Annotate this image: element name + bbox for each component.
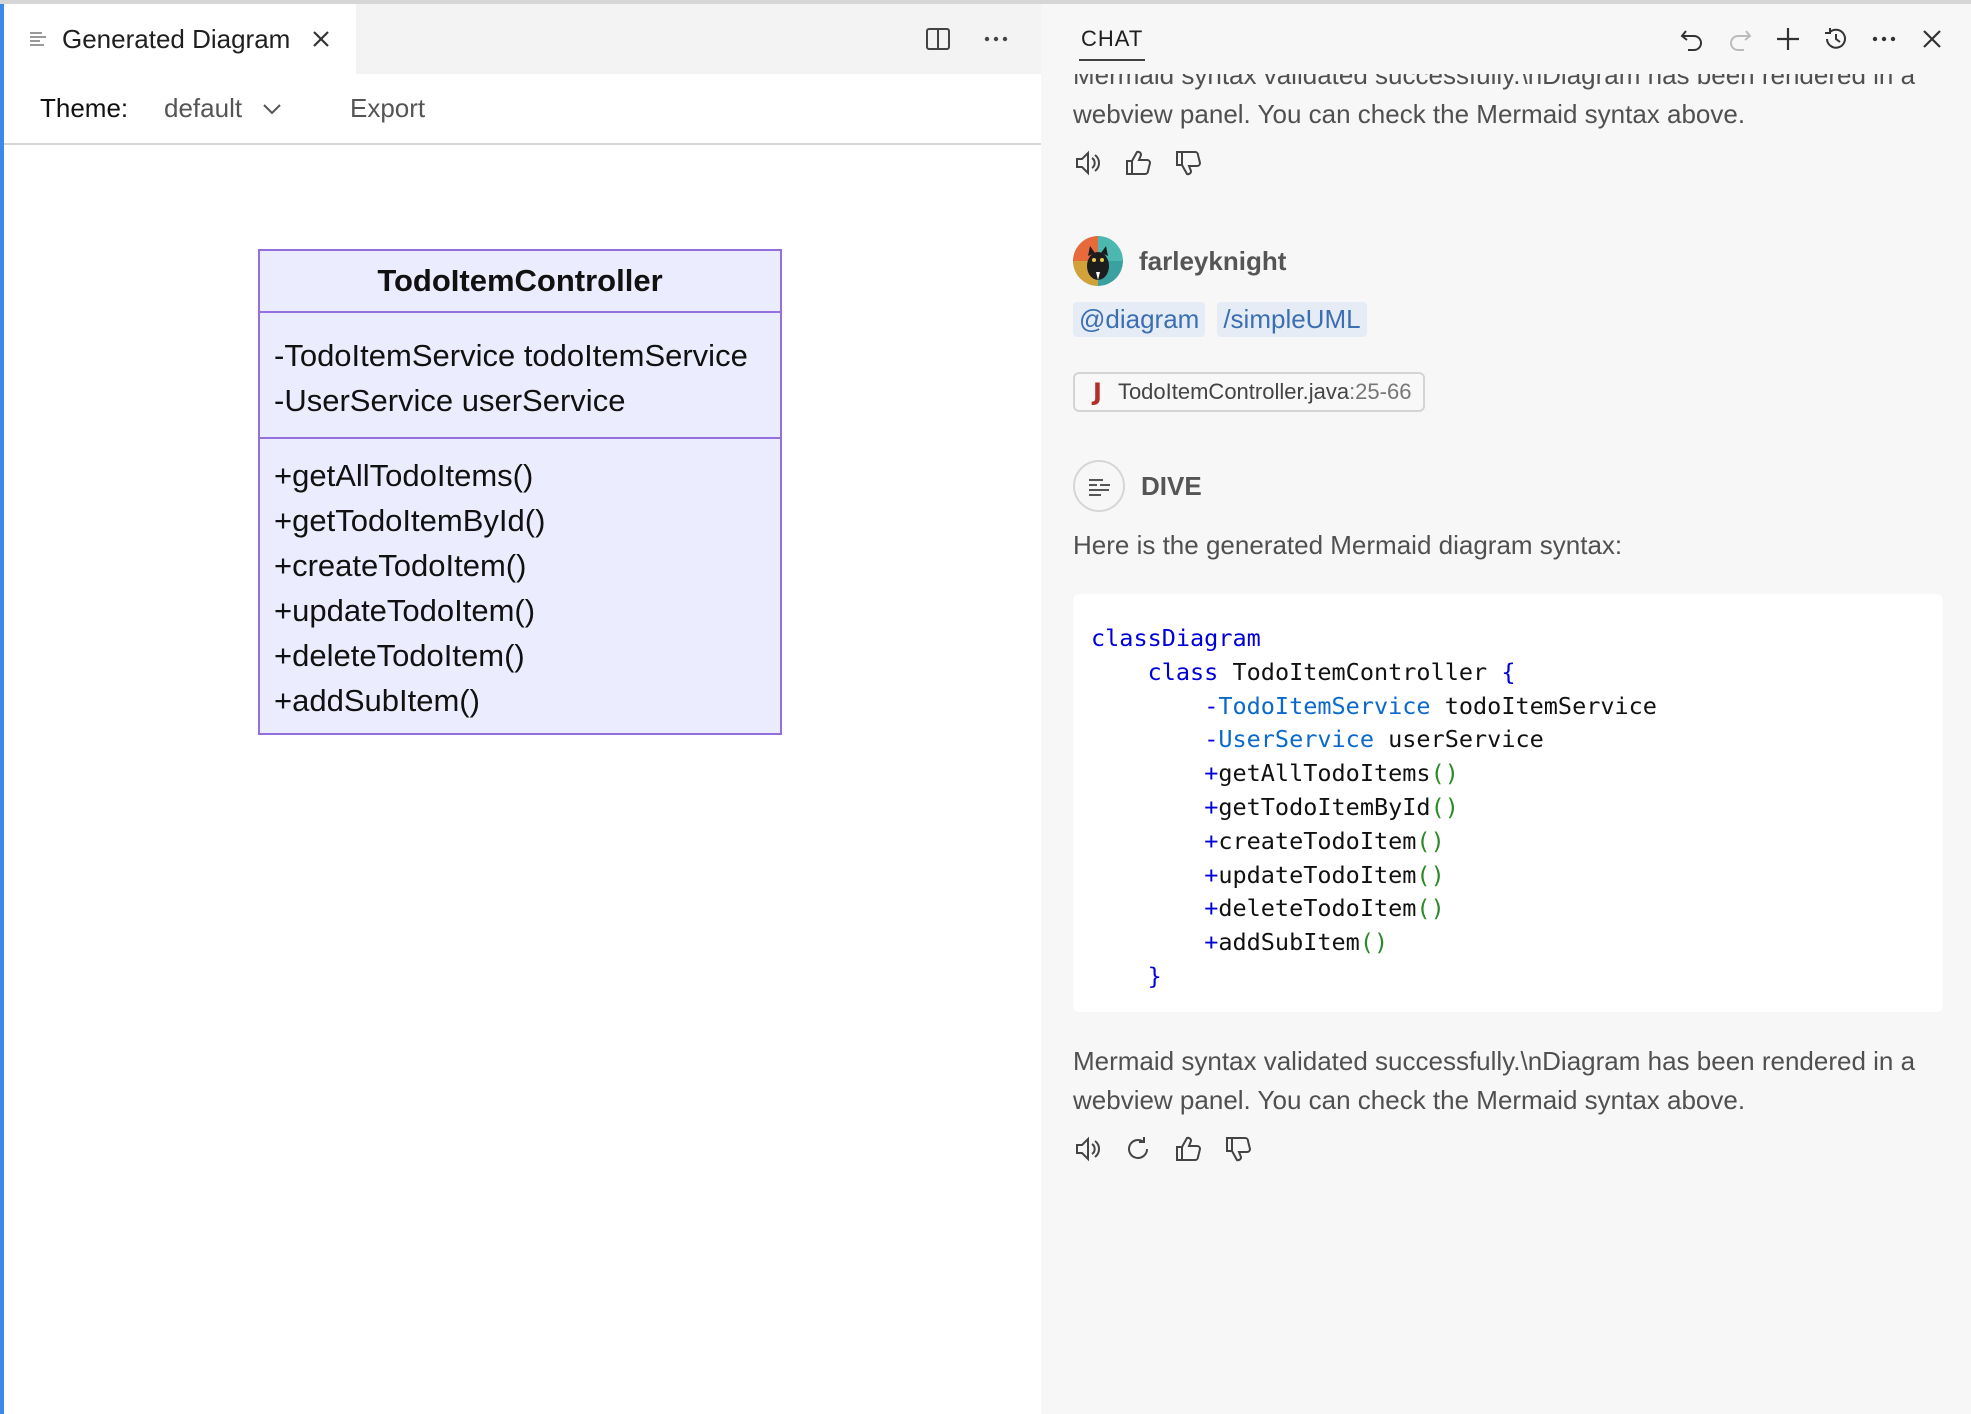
- assistant-final-message: Mermaid syntax validated successfully.\n…: [1073, 1046, 1916, 1115]
- editor-focus-accent: [0, 4, 4, 1414]
- user-name: farleyknight: [1139, 245, 1287, 276]
- speaker-icon[interactable]: [1073, 148, 1103, 178]
- tab-generated-diagram[interactable]: Generated Diagram: [4, 4, 356, 74]
- code-line: }: [1147, 961, 1162, 990]
- uml-method: +deleteTodoItem(): [274, 638, 525, 673]
- command-chip[interactable]: /simpleUML: [1217, 302, 1367, 337]
- uml-method: +updateTodoItem(): [274, 593, 536, 628]
- tab-chat[interactable]: CHAT: [1081, 26, 1143, 52]
- thumbs-down-icon[interactable]: [1173, 148, 1203, 178]
- split-editor-icon[interactable]: [923, 24, 953, 54]
- uml-field: -TodoItemService todoItemService: [274, 338, 748, 373]
- more-actions-icon[interactable]: [981, 24, 1011, 54]
- close-tab-icon[interactable]: [308, 26, 334, 52]
- uml-methods: +getAllTodoItems() +getTodoItemById() +c…: [260, 439, 780, 733]
- user-message-commands: @diagram /simpleUML: [1073, 302, 1367, 337]
- editor-tab-bar: Generated Diagram: [4, 4, 1041, 74]
- assistant-name: DIVE: [1141, 470, 1202, 501]
- file-reference-name: TodoItemController.java: [1117, 379, 1350, 404]
- close-panel-icon[interactable]: [1917, 24, 1947, 54]
- file-reference-range: :25-66: [1349, 379, 1412, 404]
- diagram-editor: Generated Diagram Theme: default Export …: [0, 4, 1041, 1414]
- editor-actions: [923, 24, 1011, 54]
- user-message-header: farleyknight: [1073, 236, 1286, 286]
- uml-method: +getAllTodoItems(): [274, 458, 534, 493]
- uml-method: +createTodoItem(): [274, 548, 527, 583]
- speaker-icon[interactable]: [1073, 1134, 1103, 1164]
- chat-panel: Mermaid syntax validated successfully.\n…: [1041, 4, 1971, 1414]
- code-line: -UserService userService: [1204, 725, 1544, 754]
- code-line: -TodoItemService todoItemService: [1204, 691, 1657, 720]
- thumbs-down-icon[interactable]: [1223, 1134, 1253, 1164]
- history-icon[interactable]: [1821, 24, 1851, 54]
- redo-icon[interactable]: [1725, 24, 1755, 54]
- message-feedback-row: [1073, 148, 1203, 178]
- uml-method: +getTodoItemById(): [274, 503, 546, 538]
- code-line: +getTodoItemById(): [1204, 792, 1459, 821]
- thumbs-up-icon[interactable]: [1173, 1134, 1203, 1164]
- uml-field: -UserService userService: [274, 383, 626, 418]
- user-avatar: [1073, 236, 1123, 286]
- theme-select[interactable]: default: [164, 93, 282, 124]
- assistant-avatar: [1073, 460, 1125, 512]
- agent-chip[interactable]: @diagram: [1073, 302, 1206, 337]
- uml-fields: -TodoItemService todoItemService -UserSe…: [260, 313, 780, 439]
- export-button[interactable]: Export: [350, 93, 425, 124]
- diagram-toolbar: Theme: default Export: [4, 74, 1041, 145]
- uml-class-name: TodoItemController: [260, 251, 780, 313]
- thumbs-up-icon[interactable]: [1123, 148, 1153, 178]
- chat-actions: [1677, 24, 1947, 54]
- code-line: +updateTodoItem(): [1204, 860, 1445, 889]
- code-line: classDiagram: [1091, 624, 1261, 652]
- more-actions-icon[interactable]: [1869, 24, 1899, 54]
- assistant-message-header: DIVE: [1073, 460, 1202, 512]
- retry-icon[interactable]: [1123, 1134, 1153, 1164]
- uml-method: +addSubItem(): [274, 683, 480, 718]
- preview-icon: [30, 30, 48, 48]
- message-feedback-row: [1073, 1134, 1253, 1164]
- java-file-icon: J: [1093, 378, 1102, 406]
- theme-label: Theme:: [40, 93, 129, 123]
- assistant-intro-text: Here is the generated Mermaid diagram sy…: [1073, 530, 1623, 560]
- code-line: +createTodoItem(): [1204, 826, 1445, 855]
- code-block[interactable]: classDiagram class TodoItemController { …: [1073, 594, 1943, 1012]
- chat-header: CHAT: [1041, 4, 1971, 74]
- new-chat-icon[interactable]: [1773, 24, 1803, 54]
- file-reference[interactable]: J TodoItemController.java:25-66: [1073, 372, 1426, 412]
- chevron-down-icon: [263, 103, 281, 114]
- undo-icon[interactable]: [1677, 24, 1707, 54]
- code-line: +getAllTodoItems(): [1204, 759, 1459, 788]
- active-tab-indicator: [1079, 59, 1145, 61]
- code-line: class TodoItemController {: [1147, 657, 1516, 686]
- uml-class-box: TodoItemController -TodoItemService todo…: [258, 249, 782, 735]
- code-line: +addSubItem(): [1204, 928, 1389, 957]
- tab-title: Generated Diagram: [62, 23, 291, 54]
- code-line: +deleteTodoItem(): [1204, 894, 1445, 923]
- theme-select-value: default: [164, 93, 243, 123]
